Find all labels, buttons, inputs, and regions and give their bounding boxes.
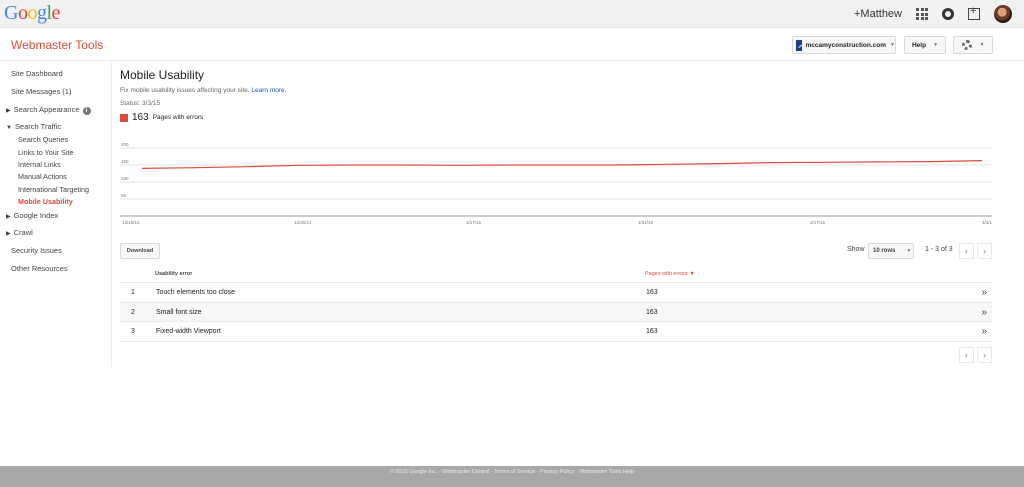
y-tick-label: 200 — [121, 142, 129, 147]
expand-icon[interactable]: » — [981, 307, 987, 318]
site-selector[interactable]: mccamyconstruction.com ▼ — [792, 36, 896, 54]
apps-grid-icon[interactable] — [916, 8, 928, 20]
usability-errors-table: Usability error Pages with errors ▼ 1 To… — [120, 266, 992, 342]
legend-label: Pages with errors — [152, 114, 204, 121]
chevron-down-icon: ▼ — [979, 42, 985, 48]
chart-legend: 163 Pages with errors — [120, 112, 203, 123]
notifications-icon[interactable] — [942, 8, 954, 20]
site-favicon-icon — [796, 39, 803, 51]
legend-swatch — [120, 113, 128, 122]
caret-right-icon: ▶ — [6, 214, 11, 220]
google-logo[interactable]: Google — [4, 2, 60, 25]
sidebar-item-links-to-your-site[interactable]: Links to Your Site — [18, 148, 74, 157]
logo-letter: o — [27, 2, 37, 24]
chevron-right-icon: › — [983, 246, 986, 256]
sidebar-item-site-messages[interactable]: Site Messages (1) — [11, 87, 71, 96]
sidebar-item-site-dashboard[interactable]: Site Dashboard — [11, 69, 63, 78]
sidebar-item-internal-links[interactable]: Internal Links — [18, 160, 61, 169]
sidebar-item-search-traffic[interactable]: ▼ Search Traffic — [6, 122, 61, 131]
next-page-button-bottom[interactable]: › — [977, 347, 992, 363]
table-header: Usability error Pages with errors ▼ — [120, 266, 992, 283]
help-label: Help — [911, 41, 927, 49]
row-pages: 163 — [646, 328, 658, 335]
column-header-pages-with-errors[interactable]: Pages with errors ▼ — [645, 271, 695, 277]
x-tick-label: 12/16/14 — [122, 220, 140, 225]
sidebar-item-search-queries[interactable]: Search Queries — [18, 135, 68, 144]
row-number: 2 — [131, 308, 135, 316]
row-number: 1 — [131, 289, 135, 296]
row-error[interactable]: Touch elements too close — [156, 289, 235, 296]
page-title: Mobile Usability — [120, 68, 205, 82]
product-title[interactable]: Webmaster Tools — [11, 38, 103, 52]
y-tick-label: 100 — [121, 176, 129, 181]
chevron-down-icon: ▼ — [890, 42, 895, 48]
pagination-range: 1 - 3 of 3 — [925, 246, 953, 253]
account-area: +Matthew — [854, 3, 1012, 25]
chevron-left-icon: ‹ — [965, 246, 968, 256]
logo-letter: e — [51, 2, 61, 24]
sidebar-item-mobile-usability[interactable]: Mobile Usability — [18, 197, 73, 206]
sidebar-item-google-index[interactable]: ▶ Google Index — [6, 211, 58, 220]
table-row[interactable]: 1 Touch elements too close 163 » — [120, 283, 992, 303]
expand-icon[interactable]: » — [981, 287, 987, 298]
info-icon[interactable]: i — [82, 107, 91, 115]
row-error[interactable]: Small font size — [156, 309, 202, 316]
sidebar-item-international-targeting[interactable]: International Targeting — [18, 185, 89, 194]
x-tick-label: 3/3/15 — [982, 220, 992, 225]
x-tick-label: 1/17/15 — [466, 220, 482, 225]
google-bar: Google +Matthew — [0, 0, 1024, 28]
sort-desc-icon: ▼ — [689, 271, 695, 277]
prev-page-button-bottom[interactable]: ‹ — [959, 347, 974, 363]
sidebar: Site Dashboard Site Messages (1) ▶ Search… — [0, 62, 112, 367]
x-tick-label: 2/17/15 — [810, 220, 826, 225]
caret-right-icon: ▶ — [6, 108, 11, 114]
settings-button[interactable]: ▼ — [953, 36, 993, 54]
download-button[interactable]: Download — [120, 243, 160, 259]
help-button[interactable]: Help ▼ — [904, 36, 946, 54]
errors-line-chart: 200 150 100 50 12/16/14 12/30/14 1/17/15 1/31/1… — [120, 142, 992, 225]
y-tick-label: 50 — [121, 193, 127, 198]
chevron-right-icon: › — [983, 350, 986, 360]
sidebar-item-manual-actions[interactable]: Manual Actions — [18, 172, 67, 181]
logo-letter: G — [4, 2, 18, 24]
chevron-down-icon: ▼ — [933, 42, 939, 48]
row-number: 3 — [131, 328, 135, 335]
caret-right-icon: ▶ — [6, 231, 11, 237]
caret-down-icon: ▼ — [6, 125, 12, 131]
table-row[interactable]: 3 Fixed-width Viewport 163 » — [120, 322, 992, 342]
share-icon[interactable] — [968, 5, 980, 20]
rows-value: 10 rows — [873, 248, 896, 254]
learn-more-link[interactable]: Learn more. — [251, 87, 286, 94]
sidebar-item-crawl[interactable]: ▶ Crawl — [6, 228, 33, 237]
chevron-left-icon: ‹ — [965, 350, 968, 360]
avatar[interactable] — [994, 5, 1012, 23]
legend-count: 163 — [132, 112, 149, 123]
rows-per-page-select[interactable]: 10 rows ▼ — [868, 243, 914, 259]
logo-letter: o — [17, 2, 28, 24]
chevron-down-icon: ▼ — [906, 248, 912, 254]
plus-user-link[interactable]: +Matthew — [854, 8, 902, 20]
column-header-usability-error[interactable]: Usability error — [155, 271, 192, 277]
wmt-header: Webmaster Tools mccamyconstruction.com ▼… — [0, 28, 1024, 61]
expand-icon[interactable]: » — [981, 326, 987, 337]
sidebar-item-other-resources[interactable]: Other Resources — [11, 264, 68, 273]
logo-letter: g — [36, 2, 47, 24]
x-tick-label: 12/30/14 — [294, 220, 312, 225]
table-row[interactable]: 2 Small font size 163 » — [120, 302, 992, 322]
site-name: mccamyconstruction.com — [805, 41, 887, 49]
gear-icon — [961, 40, 972, 50]
row-pages: 163 — [646, 289, 658, 296]
y-tick-label: 150 — [121, 159, 129, 164]
row-error[interactable]: Fixed-width Viewport — [156, 328, 221, 335]
show-label: Show — [847, 246, 865, 253]
footer: © 2015 Google Inc. - Webmaster Central -… — [0, 466, 1024, 487]
status-date: Status: 3/3/15 — [120, 100, 161, 107]
next-page-button[interactable]: › — [977, 243, 992, 259]
sidebar-item-security-issues[interactable]: Security Issues — [11, 246, 62, 255]
x-tick-label: 1/31/15 — [638, 220, 654, 225]
page-description: Fix mobile usability issues affecting yo… — [120, 87, 287, 94]
sidebar-item-search-appearance[interactable]: ▶ Search Appearance i — [6, 105, 91, 115]
row-pages: 163 — [646, 308, 658, 316]
prev-page-button[interactable]: ‹ — [959, 243, 974, 259]
